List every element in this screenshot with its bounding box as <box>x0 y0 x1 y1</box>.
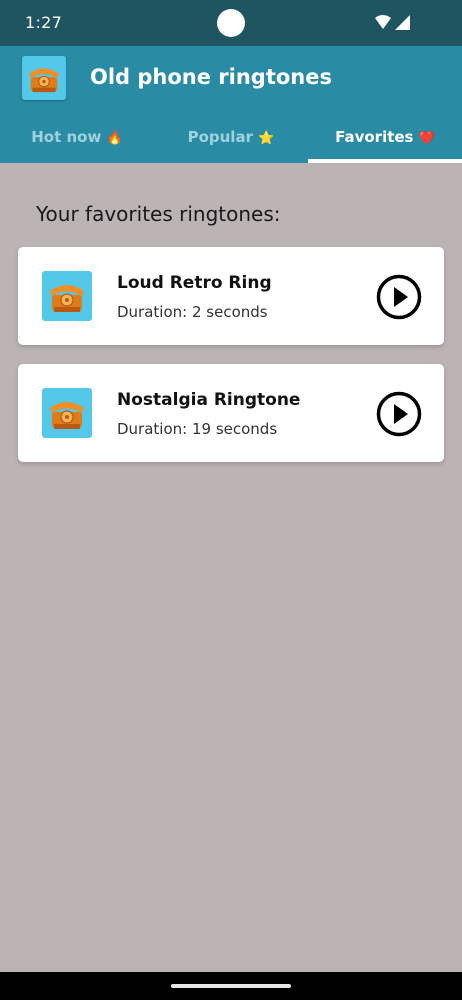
ringtone-duration: Duration: 19 seconds <box>117 420 278 438</box>
tab-label: Favorites <box>335 128 414 146</box>
system-nav-bar <box>0 972 462 1000</box>
tab-label: Hot now <box>31 128 102 146</box>
heart-icon: ❤️ <box>418 131 435 146</box>
tab-label: Popular <box>187 128 253 146</box>
app-screen: 1:27 Old phone ringtones Hot now 🔥 Popul… <box>0 0 462 1000</box>
cellular-signal-icon <box>395 15 410 30</box>
retro-phone-icon <box>42 388 92 438</box>
tab-popular[interactable]: Popular ⭐ <box>154 114 308 163</box>
tab-hot-now[interactable]: Hot now 🔥 <box>0 114 154 163</box>
section-heading: Your favorites ringtones: <box>36 202 281 226</box>
tab-favorites[interactable]: Favorites ❤️ <box>308 114 462 163</box>
retro-phone-icon <box>22 56 66 100</box>
fire-icon: 🔥 <box>106 131 123 146</box>
status-icons <box>375 15 410 30</box>
app-bar: Old phone ringtones Hot now 🔥 Popular ⭐ … <box>0 46 462 163</box>
ringtone-title: Nostalgia Ringtone <box>117 390 301 410</box>
ringtone-card[interactable]: Nostalgia Ringtone Duration: 19 seconds <box>18 364 444 462</box>
play-icon[interactable] <box>376 391 422 437</box>
home-indicator[interactable] <box>171 984 291 988</box>
tab-bar: Hot now 🔥 Popular ⭐ Favorites ❤️ <box>0 114 462 163</box>
camera-cutout <box>217 9 245 37</box>
ringtone-duration: Duration: 2 seconds <box>117 303 268 321</box>
status-time: 1:27 <box>25 13 63 32</box>
ringtone-title: Loud Retro Ring <box>117 273 272 293</box>
retro-phone-icon <box>42 271 92 321</box>
ringtone-card[interactable]: Loud Retro Ring Duration: 2 seconds <box>18 247 444 345</box>
app-title: Old phone ringtones <box>90 65 333 89</box>
star-icon: ⭐ <box>258 131 275 146</box>
wifi-icon <box>375 15 391 29</box>
play-icon[interactable] <box>376 274 422 320</box>
status-bar: 1:27 <box>0 0 462 46</box>
